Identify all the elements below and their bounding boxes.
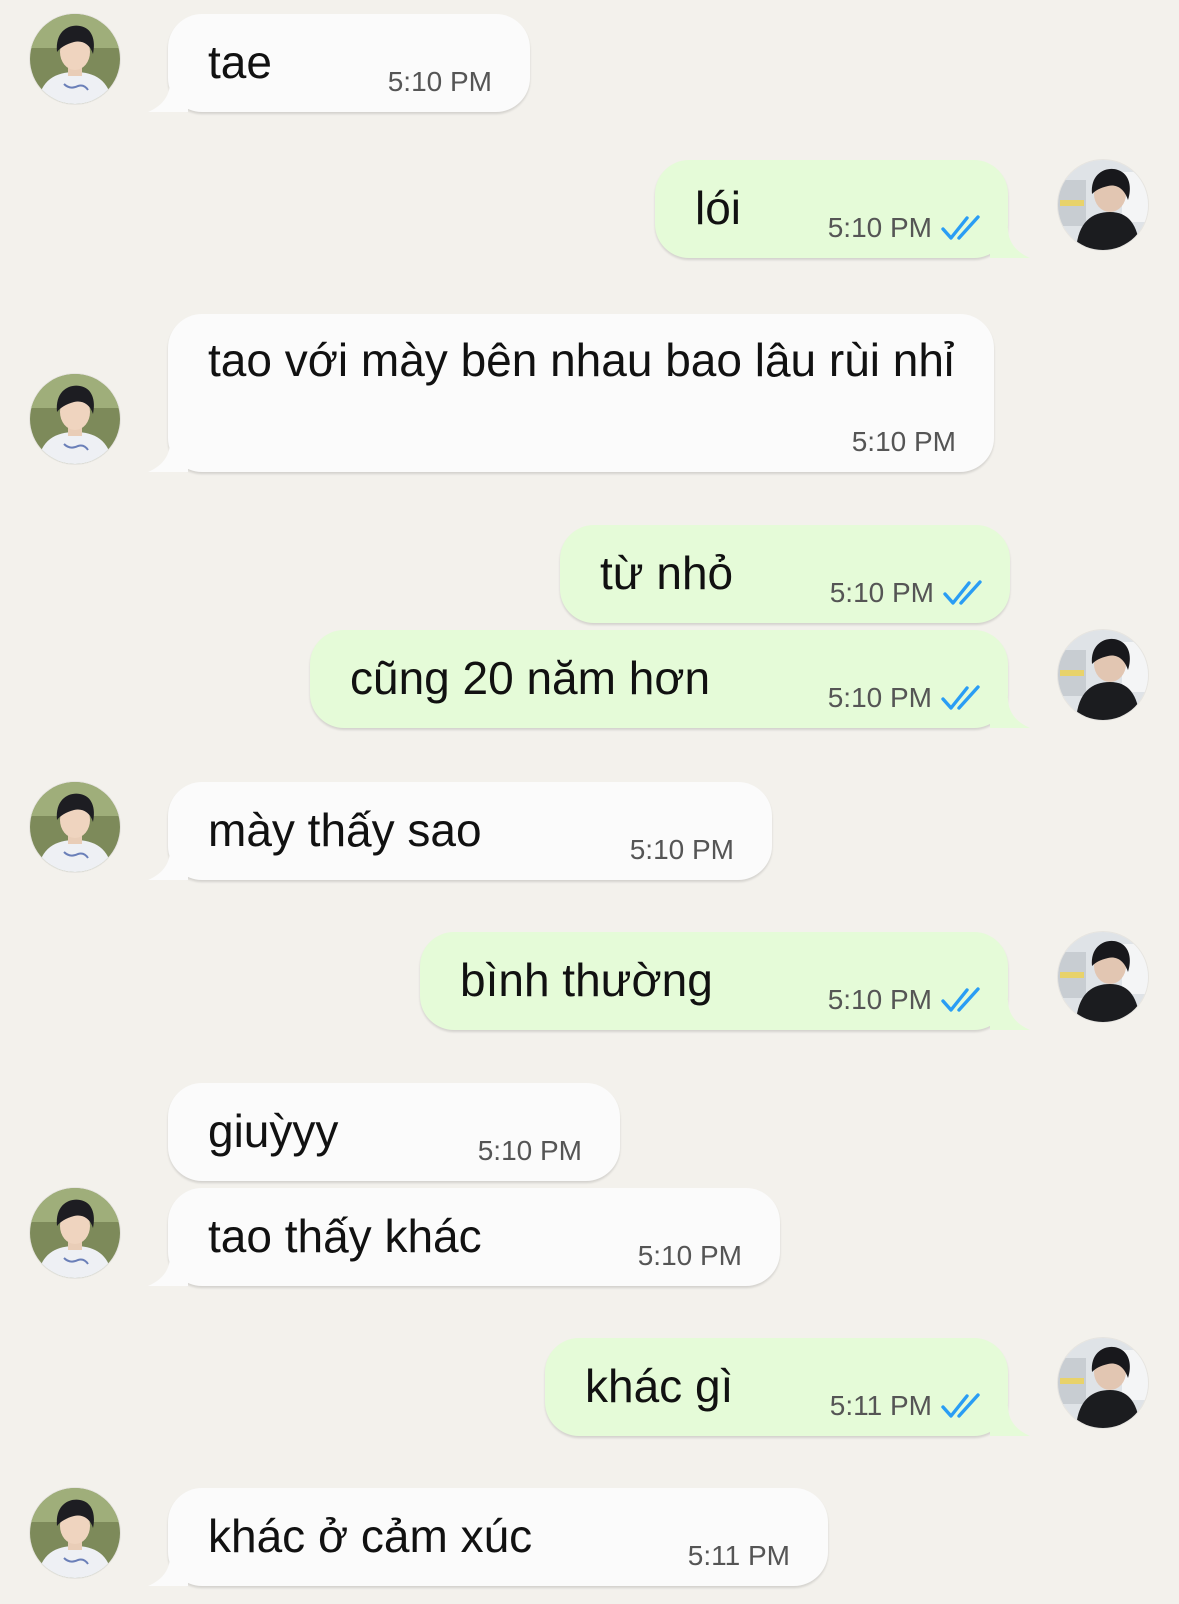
- message-time: 5:10 PM: [827, 984, 932, 1015]
- message-text: mày thấy sao: [208, 804, 482, 856]
- message-time: 5:10 PM: [827, 682, 932, 713]
- message-time: 5:11 PM: [829, 1390, 932, 1421]
- contact-avatar[interactable]: [30, 14, 120, 104]
- bubble-tail: [148, 850, 188, 880]
- bubble-tail: [148, 1556, 188, 1586]
- message-text: tao thấy khác: [208, 1210, 482, 1262]
- contact-avatar[interactable]: [30, 374, 120, 464]
- incoming-message[interactable]: giuỳyy 5:10 PM: [168, 1083, 620, 1181]
- message-text: giuỳyy: [208, 1105, 339, 1157]
- message-text: từ nhỏ: [600, 547, 734, 599]
- bubble-tail: [990, 228, 1030, 258]
- message-text: bình thường: [460, 954, 713, 1006]
- incoming-message[interactable]: mày thấy sao 5:10 PM: [168, 782, 772, 880]
- incoming-message[interactable]: khác ở cảm xúc 5:11 PM: [168, 1488, 828, 1586]
- contact-avatar[interactable]: [30, 782, 120, 872]
- incoming-message[interactable]: tao với mày bên nhau bao lâu rùi nhỉ 5:1…: [168, 314, 994, 472]
- my-avatar[interactable]: [1058, 160, 1148, 250]
- message-time: 5:10 PM: [629, 834, 734, 865]
- read-double-check-icon: [940, 985, 986, 1015]
- read-double-check-icon: [942, 578, 988, 608]
- outgoing-message[interactable]: bình thường 5:10 PM: [420, 932, 1008, 1030]
- read-double-check-icon: [940, 683, 986, 713]
- my-avatar[interactable]: [1058, 630, 1148, 720]
- message-time: 5:10 PM: [851, 426, 956, 457]
- contact-avatar[interactable]: [30, 1488, 120, 1578]
- incoming-message[interactable]: tao thấy khác 5:10 PM: [168, 1188, 780, 1286]
- message-time: 5:10 PM: [827, 212, 932, 243]
- read-double-check-icon: [940, 1391, 986, 1421]
- message-text: cũng 20 năm hơn: [350, 652, 711, 704]
- bubble-tail: [990, 1000, 1030, 1030]
- message-time: 5:10 PM: [477, 1135, 582, 1166]
- bubble-tail: [148, 442, 188, 472]
- outgoing-message[interactable]: từ nhỏ 5:10 PM: [560, 525, 1010, 623]
- message-text: tae: [208, 36, 272, 88]
- my-avatar[interactable]: [1058, 932, 1148, 1022]
- incoming-message[interactable]: tae 5:10 PM: [168, 14, 530, 112]
- message-text: khác gì: [585, 1360, 734, 1412]
- contact-avatar[interactable]: [30, 1188, 120, 1278]
- read-double-check-icon: [940, 213, 986, 243]
- outgoing-message[interactable]: lói 5:10 PM: [655, 160, 1008, 258]
- message-time: 5:10 PM: [387, 66, 492, 97]
- outgoing-message[interactable]: khác gì 5:11 PM: [545, 1338, 1008, 1436]
- bubble-tail: [148, 1256, 188, 1286]
- bubble-tail: [990, 1406, 1030, 1436]
- my-avatar[interactable]: [1058, 1338, 1148, 1428]
- outgoing-message[interactable]: cũng 20 năm hơn 5:10 PM: [310, 630, 1008, 728]
- message-time: 5:11 PM: [687, 1540, 790, 1571]
- message-time: 5:10 PM: [637, 1240, 742, 1271]
- message-time: 5:10 PM: [829, 577, 934, 608]
- message-text: khác ở cảm xúc: [208, 1510, 533, 1562]
- message-text: tao với mày bên nhau bao lâu rùi nhỉ: [208, 334, 955, 386]
- chat-thread: tae 5:10 PM lói 5:10 PM tao với mày bên …: [0, 0, 1179, 1604]
- bubble-tail: [148, 82, 188, 112]
- message-text: lói: [695, 182, 742, 234]
- bubble-tail: [990, 698, 1030, 728]
